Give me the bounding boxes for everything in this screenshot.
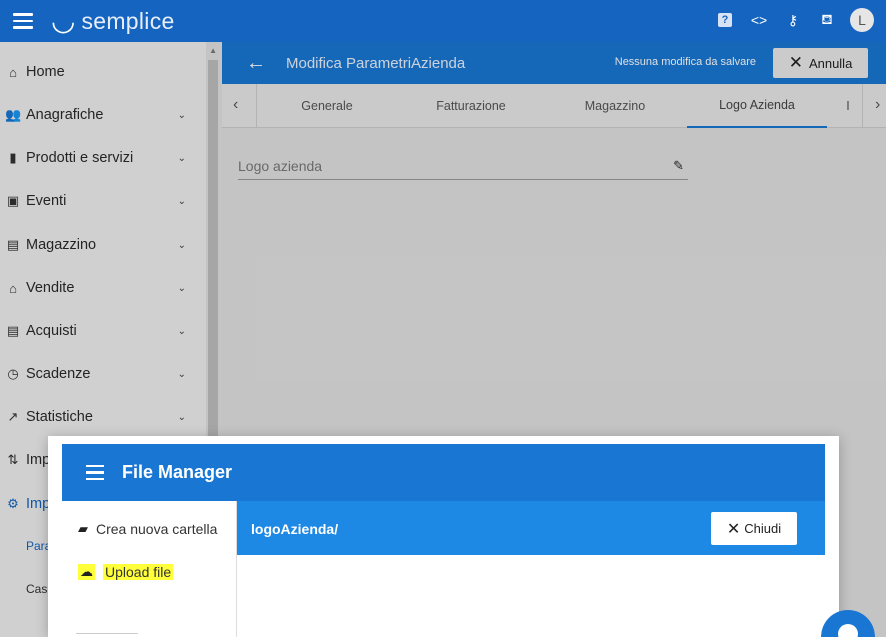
file-manager-dialog: File Manager ▰ Crea nuova cartella ☁ Upl… — [48, 436, 839, 637]
top-app-bar: ◡ semplice ? <> ⚷ ⛾ L — [0, 0, 886, 42]
upload-file-button[interactable]: ☁ Upload file — [78, 564, 174, 580]
menu-icon[interactable] — [13, 13, 33, 29]
code-icon[interactable]: <> — [748, 9, 770, 31]
divider — [76, 633, 138, 634]
upload-file-label: Upload file — [103, 564, 174, 580]
file-manager-actions: ▰ Crea nuova cartella ☁ Upload file — [62, 501, 237, 637]
close-button[interactable]: ✕ Chiudi — [711, 512, 797, 545]
paint-bucket-icon[interactable]: ⛾ — [816, 9, 838, 31]
help-icon: ? — [718, 13, 732, 27]
logo-mark-icon: ◡ — [51, 5, 76, 36]
key-icon[interactable]: ⚷ — [782, 9, 804, 31]
close-icon: ✕ — [726, 520, 741, 538]
logo-text: semplice — [81, 7, 175, 34]
app-logo[interactable]: ◡ semplice — [51, 7, 175, 35]
chat-icon — [838, 624, 858, 637]
close-button-label: Chiudi — [744, 521, 782, 536]
new-folder-button[interactable]: ▰ Crea nuova cartella — [78, 521, 217, 537]
avatar[interactable]: L — [850, 8, 874, 32]
menu-icon[interactable] — [86, 464, 104, 481]
new-folder-icon: ▰ — [78, 521, 88, 536]
new-folder-label: Crea nuova cartella — [96, 521, 218, 537]
help-button[interactable]: ? — [714, 9, 736, 31]
file-manager-header: File Manager — [62, 444, 825, 501]
cloud-upload-icon: ☁ — [78, 564, 95, 580]
file-manager-title: File Manager — [122, 462, 233, 482]
top-icons: ? <> ⚷ ⛾ L — [714, 8, 874, 32]
current-path-bar: logoAzienda/ ✕ Chiudi — [237, 501, 825, 555]
current-path: logoAzienda/ — [251, 521, 339, 537]
